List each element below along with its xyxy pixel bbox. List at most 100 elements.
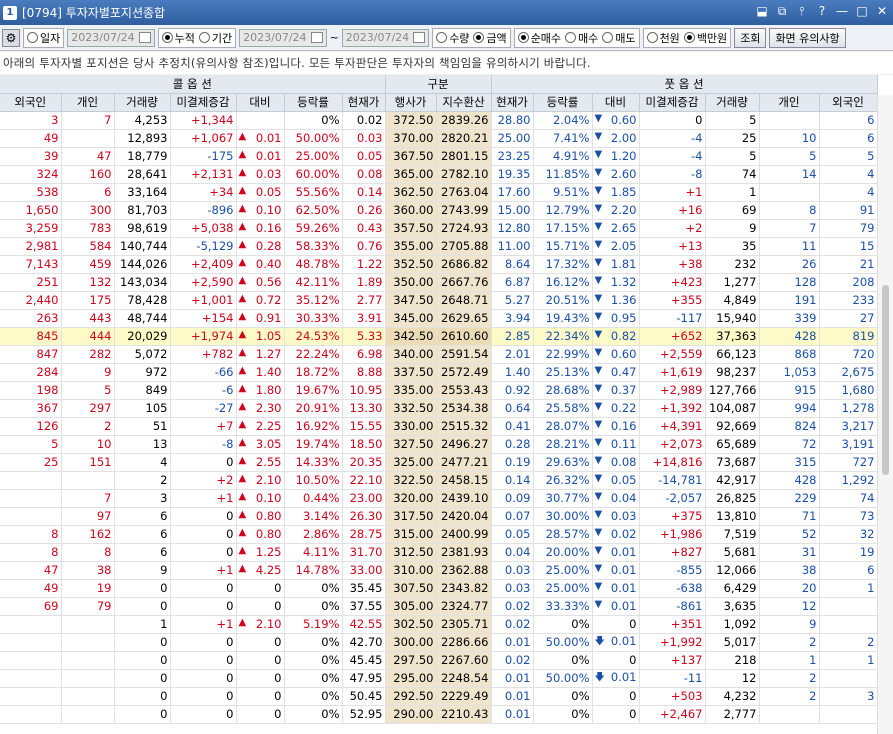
radio-period[interactable]: 기간 — [198, 30, 232, 46]
table-row[interactable]: 0 0 0 0% 52.95 290.00 2210.43 0.01 0% 0 +2,467 2,77… — [0, 705, 878, 724]
table-row[interactable]: 538633,164+340.0555.56%0.14362.502763.04… — [0, 183, 878, 202]
calendar-icon[interactable] — [138, 32, 151, 43]
calendar-icon[interactable] — [310, 32, 323, 43]
column-header[interactable]: 거래량 — [114, 93, 171, 112]
query-button[interactable]: 조회 — [734, 27, 767, 48]
table-row[interactable]: 8472825,072+7821.2722.24%6.98340.002591.… — [0, 345, 878, 364]
column-header[interactable]: 개인 — [61, 93, 115, 112]
table-row[interactable]: 2849972-661.4018.72%8.88337.502572.491.4… — [0, 363, 878, 382]
column-header[interactable]: 현재가 — [342, 93, 386, 112]
table-cell: 18.72% — [284, 363, 343, 382]
table-row[interactable]: 1985849-61.8019.67%10.95335.002553.430.9… — [0, 381, 878, 400]
radio-net-buy[interactable]: 순매수 — [517, 30, 561, 46]
radio-quantity[interactable]: 수량 — [436, 30, 469, 46]
table-row[interactable]: 25151402.5514.33%20.35325.002477.210.192… — [0, 453, 878, 472]
table-cell: 3.91 — [342, 309, 386, 328]
table-row[interactable]: 51013-83.0519.74%18.50327.502496.270.282… — [0, 435, 878, 454]
column-header[interactable]: 외국인 — [0, 93, 62, 112]
table-row[interactable]: 88601.254.11%31.70312.502381.930.0420.00… — [0, 543, 878, 562]
column-header[interactable]: 등락률 — [533, 93, 593, 112]
calendar-icon[interactable] — [413, 32, 426, 43]
table-row[interactable]: 0 0 0 0% 50.45 292.50 2229.49 0.01 0% 0 +503 4,232 2… — [0, 687, 878, 706]
table-cell: 849 — [114, 381, 171, 400]
table-row[interactable]: 251132143,034+2,5900.5642.11%1.89350.002… — [0, 273, 878, 292]
radio-buy[interactable]: 매수 — [565, 30, 598, 46]
date-input-from[interactable]: 2023/07/24 — [239, 28, 327, 47]
table-cell: 50.00% — [284, 129, 343, 148]
table-row[interactable]: 73+10.100.44%23.00320.002439.100.0930.77… — [0, 489, 878, 508]
table-row[interactable]: 47389+14.2514.78%33.00310.002362.880.032… — [0, 561, 878, 580]
table-cell: 0.01 — [491, 705, 534, 724]
table-row[interactable]: 126251+72.2516.92%15.55330.002515.320.41… — [0, 417, 878, 436]
table-row[interactable]: 1+12.105.19%42.55302.502305.710.020%0+35… — [0, 615, 878, 634]
table-row[interactable]: 84544420,029+1,9741.0524.53%5.33342.5026… — [0, 327, 878, 346]
column-header[interactable]: 미결제증감 — [170, 93, 237, 112]
pin-icon[interactable]: ⫯ — [795, 4, 809, 19]
scrollbar-thumb[interactable] — [882, 285, 889, 475]
column-header[interactable]: 현재가 — [491, 93, 534, 112]
vertical-scrollbar[interactable] — [877, 95, 893, 734]
table-row[interactable]: 1,65030081,703-8960.1062.50%0.26360.0027… — [0, 201, 878, 220]
table-row[interactable]: 0 0 0 0% 45.45 297.50 2267.60 0.02 0% 0 +137 218 1 1 — [0, 651, 878, 670]
radio-cumulative[interactable]: 누적 — [161, 30, 195, 46]
radio-circle-icon — [436, 32, 448, 43]
table-cell: 0% — [533, 615, 593, 634]
column-header[interactable]: 미결제증감 — [639, 93, 706, 112]
radio-million-won[interactable]: 백만원 — [683, 30, 727, 46]
table-row[interactable]: 0000%42.70300.002286.660.0150.00%0.01+1,… — [0, 633, 878, 652]
column-header[interactable]: 외국인 — [819, 93, 878, 112]
table-cell: 7 — [759, 219, 820, 238]
radio-sell[interactable]: 매도 — [602, 30, 636, 46]
screen-notes-button[interactable]: 화면 유의사항 — [769, 27, 846, 48]
table-row[interactable]: 97600.803.14%26.30317.502420.040.0730.00… — [0, 507, 878, 526]
column-header[interactable]: 개인 — [759, 93, 820, 112]
date-input-single[interactable]: 2023/07/24 — [67, 28, 155, 47]
table-cell: 2553.43 — [436, 381, 492, 400]
table-cell: 0.28 — [491, 435, 534, 454]
table-row[interactable]: 8162600.802.86%28.75315.002400.990.0528.… — [0, 525, 878, 544]
maximize-icon[interactable]: □ — [855, 4, 869, 19]
table-cell: 0 — [114, 687, 171, 706]
date-input-to[interactable]: 2023/07/24 — [341, 28, 430, 47]
table-row[interactable]: 3,25978398,619+5,0380.1659.26%0.43357.50… — [0, 219, 878, 238]
table-row[interactable]: 69790000%37.55305.002324.770.0233.33%0.0… — [0, 597, 878, 616]
table-row[interactable]: 7,143459144,026+2,4090.4048.78%1.22352.5… — [0, 255, 878, 274]
table-cell: 12.80 — [491, 219, 534, 238]
column-header[interactable]: 지수환산 — [436, 93, 492, 112]
close-icon[interactable]: ✕ — [875, 4, 889, 19]
table-cell: 2515.32 — [436, 417, 492, 436]
radio-thousand-won[interactable]: 천원 — [646, 30, 680, 46]
column-header[interactable]: 등락률 — [284, 93, 343, 112]
minimize-icon[interactable]: — — [835, 4, 849, 19]
table-cell: 295.00 — [385, 669, 437, 688]
column-header[interactable]: 행사가 — [385, 93, 437, 112]
table-row[interactable]: 49 12,893+1,0670.0150.00%0.03370.002820.2… — [0, 129, 878, 148]
radio-date[interactable]: 일자 — [27, 30, 60, 46]
table-cell — [61, 129, 115, 148]
table-cell: 0% — [284, 111, 343, 130]
table-row[interactable]: 2+22.1010.50%22.10322.502458.150.1426.32… — [0, 471, 878, 490]
table-row[interactable]: 0000%47.95295.002248.540.0150.00%0.01-11… — [0, 669, 878, 688]
table-row[interactable]: 2,981584140,744-5,1290.2858.33%0.76355.0… — [0, 237, 878, 256]
radio-amount[interactable]: 금액 — [473, 30, 507, 46]
table-cell — [0, 651, 62, 670]
table-row[interactable]: 32416028,641+2,1310.0360.00%0.08365.0027… — [0, 165, 878, 184]
table-row[interactable]: 26344348,744+1540.9130.33%3.91345.002629… — [0, 309, 878, 328]
table-row[interactable]: 3 7 4,253 +1,344 0% 0.02 372.50 2839.26 28.80 2.0… — [0, 111, 878, 130]
table-row[interactable]: 367297105-272.3020.91%13.30332.502534.38… — [0, 399, 878, 418]
screen-link-icon[interactable]: ⬓ — [755, 4, 769, 19]
settings-gear-icon[interactable]: ⚙ — [2, 28, 20, 47]
restore-icon[interactable]: ⧉ — [775, 4, 789, 19]
table-cell: 0 — [639, 111, 706, 130]
table-cell: +355 — [639, 291, 706, 310]
table-row[interactable]: 394718,779-1750.0125.00%0.05367.502801.1… — [0, 147, 878, 166]
table-cell: 13.30 — [342, 399, 386, 418]
column-header[interactable]: 대비 — [236, 93, 285, 112]
column-header[interactable]: 거래량 — [705, 93, 760, 112]
help-icon[interactable]: ? — [815, 4, 829, 19]
table-row[interactable]: 2,44017578,428+1,0010.7235.12%2.77347.50… — [0, 291, 878, 310]
table-row[interactable]: 49190000%35.45307.502343.820.0325.00%0.0… — [0, 579, 878, 598]
column-header[interactable]: 대비 — [592, 93, 640, 112]
table-cell: -117 — [639, 309, 706, 328]
table-cell: 5 — [705, 111, 760, 130]
